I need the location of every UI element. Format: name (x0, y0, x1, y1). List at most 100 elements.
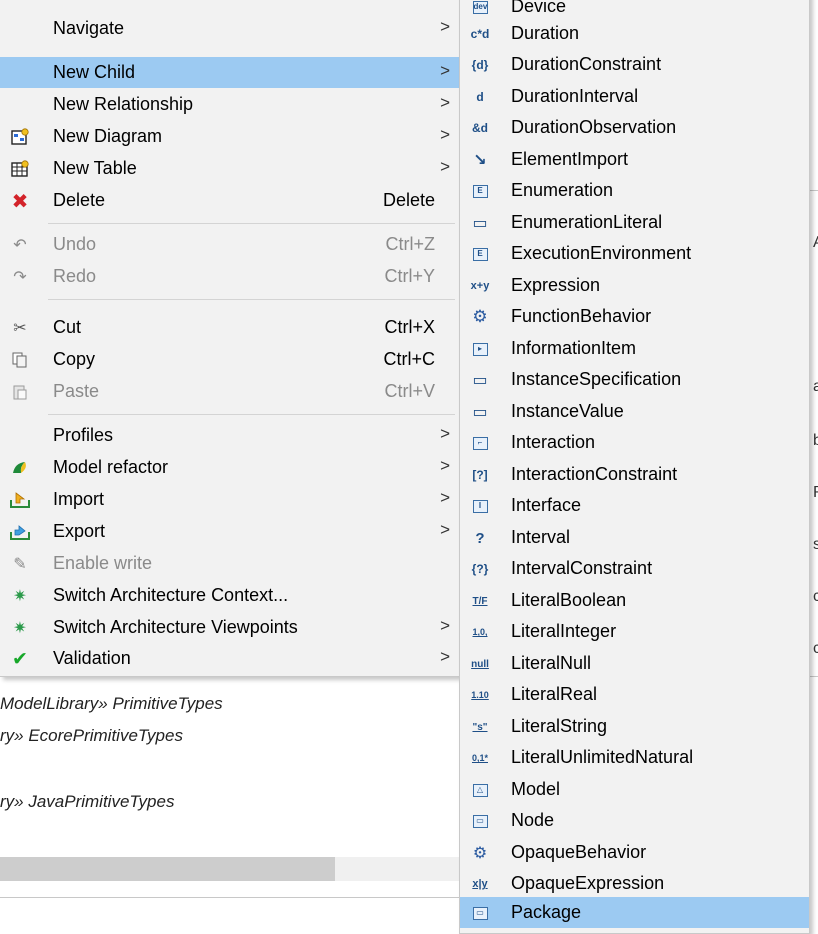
menu-item-new-child[interactable]: New Child > (0, 57, 459, 88)
menu-item-paste[interactable]: Paste Ctrl+V (0, 376, 459, 407)
submenu-item-interaction[interactable]: ⌐ Interaction (460, 427, 809, 458)
new-table-icon (9, 158, 31, 180)
literal-real-icon: 1.10 (471, 690, 489, 700)
submenu-item-label: Package (511, 902, 582, 922)
literal-boolean-icon: T/F (472, 595, 488, 607)
submenu-item-duration-observation[interactable]: &d DurationObservation (460, 112, 809, 143)
horizontal-scrollbar-thumb[interactable] (0, 857, 335, 881)
submenu-item-duration-interval[interactable]: d DurationInterval (460, 81, 809, 112)
context-menu: Navigate > New Child > New Relationship … (0, 0, 460, 677)
submenu-item-enumeration-literal[interactable]: ▭ EnumerationLiteral (460, 207, 809, 238)
instance-specification-icon: ▭ (472, 372, 488, 389)
menu-item-switch-architecture-context[interactable]: ✷ Switch Architecture Context... (0, 580, 459, 611)
submenu-item-element-import[interactable]: ↘ ElementImport (460, 144, 809, 175)
panel-divider (0, 897, 460, 898)
menu-item-switch-architecture-viewpoints[interactable]: ✷ Switch Architecture Viewpoints > (0, 612, 459, 643)
submenu-item-label: LiteralReal (511, 684, 598, 704)
submenu-item-function-behavior[interactable]: ⚙ FunctionBehavior (460, 301, 809, 332)
submenu-item-label: OpaqueBehavior (511, 842, 647, 862)
tree-item-primitive-types[interactable]: ModelLibrary» PrimitiveTypes (0, 694, 223, 714)
submenu-item-literal-integer[interactable]: 1,0, LiteralInteger (460, 616, 809, 647)
enumeration-literal-icon: ▭ (472, 215, 488, 232)
instance-value-icon: ▭ (472, 404, 488, 421)
submenu-item-package[interactable]: ▭ Package (460, 897, 809, 928)
menu-item-enable-write[interactable]: ✎ Enable write (0, 548, 459, 579)
submenu-item-enumeration[interactable]: E Enumeration (460, 175, 809, 206)
menu-item-model-refactor[interactable]: Model refactor > (0, 452, 459, 483)
tree-item-ecore-primitive-types[interactable]: ry» EcorePrimitiveTypes (0, 726, 183, 746)
menu-item-label: New Diagram (53, 126, 163, 146)
submenu-item-label: EnumerationLiteral (511, 212, 663, 232)
import-icon (9, 489, 31, 511)
menu-item-profiles[interactable]: Profiles > (0, 420, 459, 451)
chevron-right-icon: > (440, 93, 450, 112)
function-behavior-icon: ⚙ (472, 307, 488, 326)
panel-char: s (813, 536, 818, 553)
chevron-right-icon: > (440, 125, 450, 144)
submenu-item-model[interactable]: △ Model (460, 774, 809, 805)
submenu-item-literal-null[interactable]: null LiteralNull (460, 648, 809, 679)
submenu-item-literal-boolean[interactable]: T/F LiteralBoolean (460, 585, 809, 616)
menu-separator (48, 223, 455, 224)
submenu-item-instance-value[interactable]: ▭ InstanceValue (460, 396, 809, 427)
panel-char: c (813, 640, 818, 657)
submenu-item-label: Expression (511, 275, 601, 295)
submenu-item-interaction-constraint[interactable]: [?] InteractionConstraint (460, 459, 809, 490)
submenu-item-interval-constraint[interactable]: {?} IntervalConstraint (460, 553, 809, 584)
menu-item-label: Import (53, 489, 105, 509)
menu-item-copy[interactable]: Copy Ctrl+C (0, 344, 459, 375)
undo-icon: ↶ (13, 237, 27, 254)
validation-check-icon: ✔ (12, 648, 28, 670)
submenu-item-label: FunctionBehavior (511, 306, 652, 326)
submenu-item-literal-string[interactable]: "s" LiteralString (460, 711, 809, 742)
interface-icon: I (469, 495, 491, 517)
menu-item-new-diagram[interactable]: New Diagram > (0, 121, 459, 152)
menu-item-validation[interactable]: ✔ Validation > (0, 643, 459, 674)
literal-null-icon: null (471, 658, 489, 670)
submenu-item-execution-environment[interactable]: E ExecutionEnvironment (460, 238, 809, 269)
submenu-item-expression[interactable]: x+y Expression (460, 270, 809, 301)
menu-item-label: Model refactor (53, 457, 169, 477)
cut-icon: ✂ (13, 320, 27, 337)
duration-observation-icon: &d (472, 121, 488, 135)
chevron-right-icon: > (440, 61, 450, 80)
menu-item-delete[interactable]: ✖ Delete Delete (0, 185, 459, 216)
menu-item-export[interactable]: Export > (0, 516, 459, 547)
submenu-item-literal-real[interactable]: 1.10 LiteralReal (460, 679, 809, 710)
submenu-item-label: Duration (511, 23, 580, 43)
menu-item-cut[interactable]: ✂ Cut Ctrl+X (0, 312, 459, 343)
submenu-item-interval[interactable]: ? Interval (460, 522, 809, 553)
submenu-item-interface[interactable]: I Interface (460, 490, 809, 521)
menu-item-label: Validation (53, 648, 131, 668)
menu-item-undo[interactable]: ↶ Undo Ctrl+Z (0, 229, 459, 260)
submenu-item-opaque-expression[interactable]: x|y OpaqueExpression (460, 868, 809, 899)
submenu-item-node[interactable]: ▭ Node (460, 805, 809, 836)
submenu-item-label: LiteralInteger (511, 621, 617, 641)
submenu-item-literal-unlimited-natural[interactable]: 0,1* LiteralUnlimitedNatural (460, 742, 809, 773)
menu-item-navigate[interactable]: Navigate > (0, 13, 459, 44)
panel-line (809, 676, 818, 677)
new-child-submenu: dev Device c*d Duration {d} DurationCons… (459, 0, 810, 934)
paste-icon (9, 381, 31, 403)
submenu-item-information-item[interactable]: ▸ InformationItem (460, 333, 809, 364)
submenu-item-instance-specification[interactable]: ▭ InstanceSpecification (460, 364, 809, 395)
menu-item-label: Cut (53, 317, 82, 337)
submenu-item-duration-constraint[interactable]: {d} DurationConstraint (460, 49, 809, 80)
information-item-icon: ▸ (469, 338, 491, 360)
model-explorer-tree: e Codelisten ModelLibrary» PrimitiveType… (0, 652, 460, 932)
submenu-item-duration[interactable]: c*d Duration (460, 18, 809, 49)
submenu-item-label: IntervalConstraint (511, 558, 653, 578)
menu-item-label: Profiles (53, 425, 114, 445)
submenu-item-opaque-behavior[interactable]: ⚙ OpaqueBehavior (460, 837, 809, 868)
menu-item-redo[interactable]: ↷ Redo Ctrl+Y (0, 261, 459, 292)
delete-icon: ✖ (11, 190, 29, 213)
submenu-item-label: Node (511, 810, 555, 830)
panel-char: b (813, 432, 818, 449)
menu-item-import[interactable]: Import > (0, 484, 459, 515)
menu-item-new-table[interactable]: New Table > (0, 153, 459, 184)
menu-item-label: Delete (53, 190, 106, 210)
menu-item-new-relationship[interactable]: New Relationship > (0, 89, 459, 120)
literal-string-icon: "s" (472, 721, 488, 733)
tree-item-java-primitive-types[interactable]: ry» JavaPrimitiveTypes (0, 792, 174, 812)
submenu-item-label: Device (511, 0, 567, 16)
